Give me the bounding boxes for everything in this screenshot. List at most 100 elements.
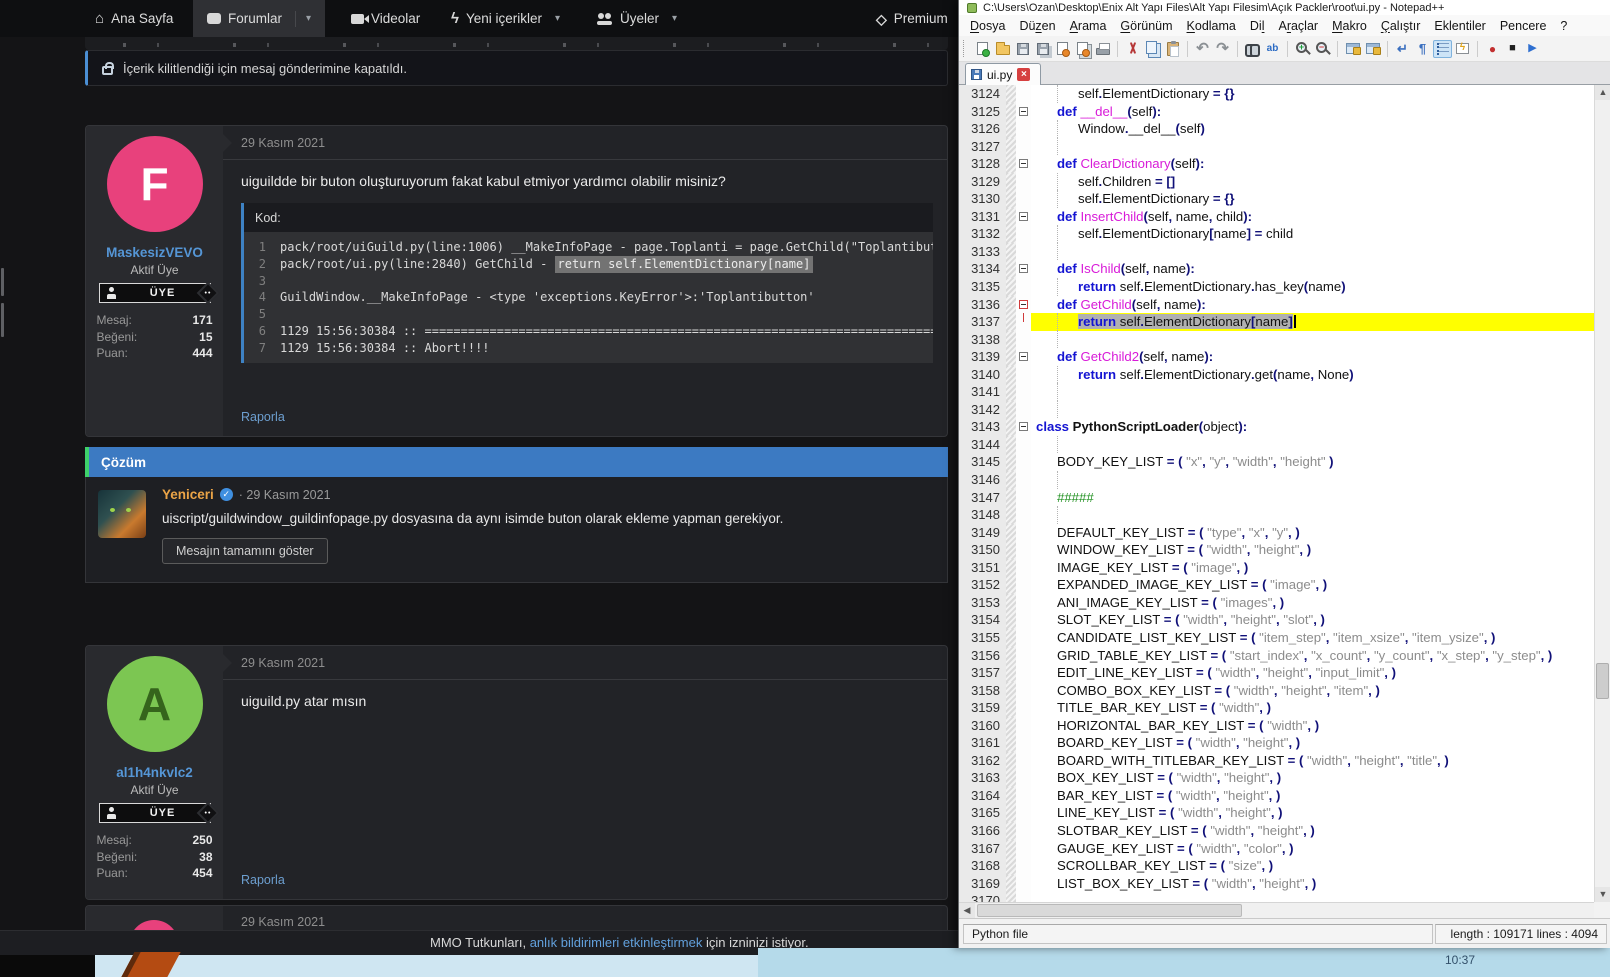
code-line-3145[interactable]: 3145BODY_KEY_LIST = ( "x", "y", "width",… [959, 453, 1594, 471]
undo-icon[interactable]: ↶ [1193, 40, 1212, 58]
macro-stop-icon[interactable]: ■ [1503, 40, 1522, 58]
toolbar-grip[interactable] [963, 40, 968, 57]
open-file-icon[interactable] [993, 40, 1012, 58]
menu-?[interactable]: ? [1553, 17, 1574, 35]
new-file-icon[interactable] [973, 40, 992, 58]
menu-kodlama[interactable]: Kodlama [1180, 17, 1243, 35]
nav-item-videos[interactable]: Videolar [337, 0, 434, 37]
code-line-3150[interactable]: 3150WINDOW_KEY_LIST = ( "width", "height… [959, 541, 1594, 559]
code-line-3149[interactable]: 3149DEFAULT_KEY_LIST = ( "type", "x", "y… [959, 524, 1594, 542]
code-line-3132[interactable]: 3132self.ElementDictionary[name] = child [959, 225, 1594, 243]
code-line-3136[interactable]: 3136def GetChild(self, name): [959, 296, 1594, 314]
word-wrap-icon[interactable]: ↵ [1393, 40, 1412, 58]
avatar[interactable] [98, 490, 146, 538]
nav-item-new-content[interactable]: ϟ Yeni içerikler ▾ [437, 0, 574, 37]
indent-guide-icon[interactable] [1433, 40, 1452, 58]
menu-dil[interactable]: Dil [1243, 17, 1272, 35]
code-line-3159[interactable]: 3159TITLE_BAR_KEY_LIST = ( "width", ) [959, 699, 1594, 717]
print-icon[interactable] [1093, 40, 1112, 58]
code-line-3147[interactable]: 3147##### [959, 489, 1594, 507]
username-link[interactable]: Yeniceri [162, 487, 214, 502]
code-line-3129[interactable]: 3129self.Children = [] [959, 173, 1594, 191]
username-link[interactable]: al1h4nkvlc2 [116, 765, 193, 780]
code-line-3167[interactable]: 3167GAUGE_KEY_LIST = ( "width", "color",… [959, 840, 1594, 858]
menu--al-t-r[interactable]: Çalıştır [1374, 17, 1428, 35]
fold-collapse-icon[interactable] [1019, 352, 1028, 361]
code-line-3127[interactable]: 3127 [959, 138, 1594, 156]
chevron-down-icon[interactable]: ▾ [555, 13, 560, 24]
fold-collapse-icon[interactable] [1019, 422, 1028, 431]
sync-h-scroll-icon[interactable] [1363, 40, 1382, 58]
code-line-3169[interactable]: 3169LIST_BOX_KEY_LIST = ( "width", "heig… [959, 875, 1594, 893]
vertical-scrollbar[interactable]: ▲ ▼ [1594, 85, 1610, 902]
nav-item-forums[interactable]: Forumlar ▾ [193, 0, 325, 37]
code-line-3157[interactable]: 3157EDIT_LINE_KEY_LIST = ( "width", "hei… [959, 664, 1594, 682]
menu-d-zen[interactable]: Düzen [1012, 17, 1062, 35]
macro-play-icon[interactable]: ▶ [1523, 40, 1542, 58]
avatar[interactable]: F [107, 136, 203, 232]
window-titlebar[interactable]: C:\Users\Ozan\Desktop\Enix Alt Yapı File… [959, 0, 1610, 15]
report-link[interactable]: Raporla [241, 410, 285, 424]
code-line-3144[interactable]: 3144 [959, 436, 1594, 454]
code-line-3128[interactable]: 3128def ClearDictionary(self): [959, 155, 1594, 173]
show-full-message-button[interactable]: Mesajın tamamını göster [162, 538, 328, 564]
code-line-3164[interactable]: 3164BAR_KEY_LIST = ( "width", "height", … [959, 787, 1594, 805]
code-line-3153[interactable]: 3153ANI_IMAGE_KEY_LIST = ( "images", ) [959, 594, 1594, 612]
scroll-up-icon[interactable]: ▲ [1595, 85, 1610, 100]
fold-collapse-icon[interactable] [1019, 212, 1028, 221]
code-line-3137[interactable]: 3137return self.ElementDictionary[name] [959, 313, 1594, 331]
close-all-icon[interactable] [1073, 40, 1092, 58]
nav-item-members[interactable]: Üyeler ▾ [583, 0, 691, 37]
scrollbar-thumb[interactable] [977, 904, 1242, 917]
menu-arama[interactable]: Arama [1063, 17, 1114, 35]
code-line-3146[interactable]: 3146 [959, 471, 1594, 489]
menu-eklentiler[interactable]: Eklentiler [1427, 17, 1492, 35]
zoom-in-icon[interactable] [1293, 40, 1312, 58]
copy-icon[interactable] [1143, 40, 1162, 58]
scroll-down-icon[interactable]: ▼ [1595, 887, 1610, 902]
code-line-3138[interactable]: 3138 [959, 331, 1594, 349]
tab-ui-py[interactable]: ui.py × [965, 63, 1041, 85]
redo-icon[interactable]: ↷ [1213, 40, 1232, 58]
chevron-down-icon[interactable]: ▾ [295, 11, 311, 27]
code-line-3143[interactable]: 3143class PythonScriptLoader(object): [959, 418, 1594, 436]
scroll-left-icon[interactable]: ◀ [959, 903, 975, 918]
code-line-3131[interactable]: 3131def InsertChild(self, name, child): [959, 208, 1594, 226]
code-line-3139[interactable]: 3139def GetChild2(self, name): [959, 348, 1594, 366]
code-line-3154[interactable]: 3154SLOT_KEY_LIST = ( "width", "height",… [959, 611, 1594, 629]
code-line-3135[interactable]: 3135return self.ElementDictionary.has_ke… [959, 278, 1594, 296]
save-all-icon[interactable] [1033, 40, 1052, 58]
scrollbar-thumb[interactable] [1596, 663, 1609, 699]
sync-v-scroll-icon[interactable] [1343, 40, 1362, 58]
fold-collapse-icon[interactable] [1019, 107, 1028, 116]
code-line-3126[interactable]: 3126Window.__del__(self) [959, 120, 1594, 138]
report-link[interactable]: Raporla [241, 873, 285, 887]
code-line-3142[interactable]: 3142 [959, 401, 1594, 419]
menu-ara-lar[interactable]: Araçlar [1271, 17, 1325, 35]
code-line-3161[interactable]: 3161BOARD_KEY_LIST = ( "width", "height"… [959, 734, 1594, 752]
paste-icon[interactable] [1163, 40, 1182, 58]
close-file-icon[interactable] [1053, 40, 1072, 58]
post-date[interactable]: 29 Kasım 2021 [241, 656, 325, 670]
zoom-out-icon[interactable] [1313, 40, 1332, 58]
code-line-3134[interactable]: 3134def IsChild(self, name): [959, 260, 1594, 278]
nav-item-premium[interactable]: ◇ Premium [862, 0, 962, 37]
menu-dosya[interactable]: Dosya [963, 17, 1012, 35]
menu-pencere[interactable]: Pencere [1493, 17, 1554, 35]
fold-collapse-icon[interactable] [1019, 300, 1028, 309]
code-line-3151[interactable]: 3151IMAGE_KEY_LIST = ( "image", ) [959, 559, 1594, 577]
menu-makro[interactable]: Makro [1325, 17, 1374, 35]
code-line-3152[interactable]: 3152EXPANDED_IMAGE_KEY_LIST = ( "image",… [959, 576, 1594, 594]
code-line-3170[interactable]: 3170 [959, 892, 1594, 902]
post-date[interactable]: 29 Kasım 2021 [241, 136, 325, 150]
nav-item-home[interactable]: ⌂ Ana Sayfa [81, 0, 187, 37]
fold-collapse-icon[interactable] [1019, 159, 1028, 168]
code-line-3163[interactable]: 3163BOX_KEY_LIST = ( "width", "height", … [959, 769, 1594, 787]
code-line-3148[interactable]: 3148 [959, 506, 1594, 524]
macro-record-icon[interactable]: ● [1483, 40, 1502, 58]
code-line-3166[interactable]: 3166SLOTBAR_KEY_LIST = ( "width", "heigh… [959, 822, 1594, 840]
code-line-3158[interactable]: 3158COMBO_BOX_KEY_LIST = ( "width", "hei… [959, 682, 1594, 700]
code-line-3125[interactable]: 3125def __del__(self): [959, 103, 1594, 121]
code-line-3162[interactable]: 3162BOARD_WITH_TITLEBAR_KEY_LIST = ( "wi… [959, 752, 1594, 770]
close-tab-icon[interactable]: × [1017, 68, 1030, 81]
